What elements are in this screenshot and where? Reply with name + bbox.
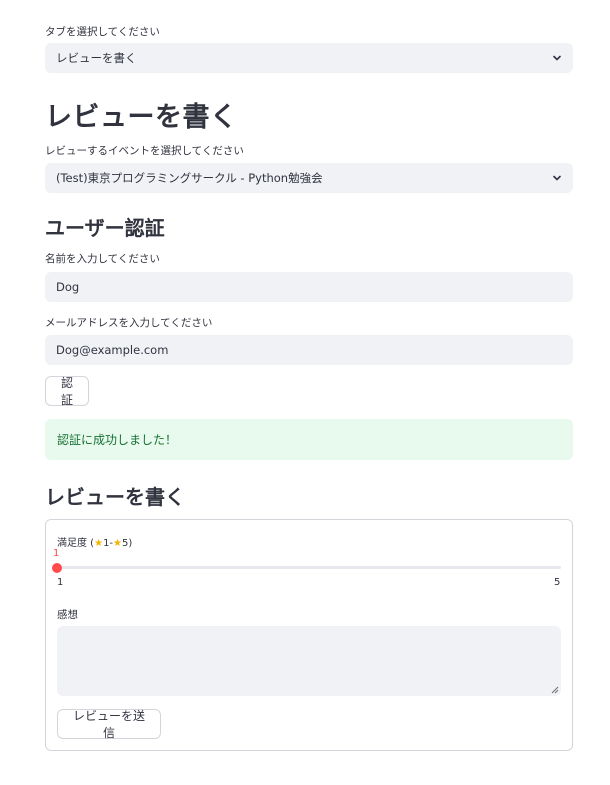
comment-textarea[interactable] — [57, 626, 561, 696]
name-input[interactable]: Dog — [45, 272, 573, 302]
event-select-label: レビューするイベントを選択してください — [45, 145, 244, 157]
name-label: 名前を入力してください — [45, 253, 160, 265]
event-select[interactable]: (Test)東京プログラミングサークル - Python勉強会 — [45, 163, 573, 193]
tab-select-label: タブを選択してください — [45, 26, 160, 38]
rating-slider-track[interactable] — [57, 566, 561, 569]
success-message: 認証に成功しました！ — [57, 433, 178, 447]
star-icon: ★ — [94, 538, 104, 549]
rating-slider-thumb[interactable] — [52, 563, 62, 573]
success-alert: 認証に成功しました！ — [45, 419, 573, 460]
tab-select-value: レビューを書く — [56, 51, 137, 65]
chevron-down-icon — [553, 175, 561, 181]
auth-heading: ユーザー認証 — [45, 216, 165, 240]
name-input-value: Dog — [56, 280, 80, 294]
auth-button[interactable]: 認証 — [45, 376, 89, 407]
submit-review-button[interactable]: レビューを送信 — [57, 709, 161, 740]
email-label: メールアドレスを入力してください — [45, 317, 213, 329]
slider-min-label: 1 — [57, 577, 64, 588]
rating-label-prefix: 満足度 ( — [57, 538, 95, 549]
slider-max-label: 5 — [554, 577, 561, 588]
chevron-down-icon — [553, 55, 561, 61]
review-heading: レビューを書く — [45, 485, 185, 509]
rating-label-max: 5) — [122, 538, 133, 549]
email-input-value: Dog@example.com — [56, 343, 169, 357]
resize-handle-icon[interactable] — [551, 686, 559, 694]
event-select-value: (Test)東京プログラミングサークル - Python勉強会 — [56, 171, 323, 185]
slider-value: 1 — [53, 548, 60, 559]
rating-label: 満足度 (★1-★5) — [57, 534, 132, 549]
star-icon: ★ — [113, 538, 123, 549]
email-input[interactable]: Dog@example.com — [45, 335, 573, 365]
tab-select[interactable]: レビューを書く — [45, 43, 573, 73]
rating-label-min: 1- — [103, 538, 114, 549]
comment-label: 感想 — [57, 609, 78, 621]
page-title: レビューを書く — [45, 102, 238, 133]
